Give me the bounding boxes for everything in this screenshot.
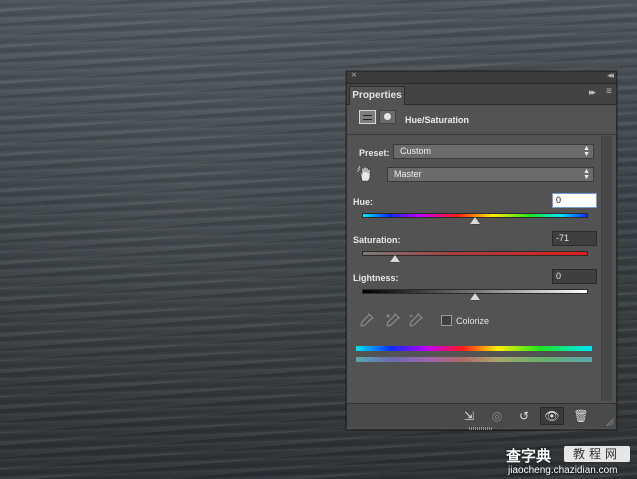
- close-icon[interactable]: ×: [351, 70, 357, 81]
- panel-bottom-toolbar: ⇲ ◎ ↺ 👁 🗑: [347, 403, 616, 430]
- channel-value: Master: [394, 169, 422, 179]
- tab-properties[interactable]: Properties: [349, 86, 405, 105]
- adjustment-layer-icon[interactable]: [359, 110, 376, 124]
- saturation-slider-thumb[interactable]: [389, 255, 400, 262]
- hue-slider-thumb[interactable]: [470, 217, 480, 224]
- saturation-label: Saturation:: [353, 235, 401, 245]
- preset-label: Preset:: [359, 148, 390, 158]
- saturation-value-field[interactable]: -71: [552, 231, 597, 246]
- dropdown-arrows-icon: ▲ ▼: [583, 168, 590, 181]
- lightness-label: Lightness:: [353, 273, 399, 283]
- adjustment-title: Hue/Saturation: [405, 115, 470, 125]
- watermark-url: jiaocheng.chazidian.com: [508, 465, 618, 476]
- targeted-adjustment-hand-icon[interactable]: [357, 166, 373, 182]
- output-hue-bar: [356, 357, 592, 362]
- preset-dropdown[interactable]: Custom ▲ ▼: [393, 144, 594, 159]
- clip-to-layer-icon[interactable]: ⇲: [460, 408, 478, 424]
- watermark: 查字典 教程网 jiaocheng.chazidian.com: [506, 445, 634, 477]
- hue-label: Hue:: [353, 197, 373, 207]
- eyedropper-plus-icon[interactable]: [386, 313, 400, 327]
- hue-value-field[interactable]: 0: [552, 193, 597, 208]
- panel-grip[interactable]: [469, 427, 493, 430]
- eyedropper-icon[interactable]: [360, 313, 374, 327]
- watermark-tag: 教程网: [564, 446, 630, 462]
- header-divider: [347, 134, 616, 135]
- colorize-label: Colorize: [456, 316, 490, 326]
- resize-handle[interactable]: [606, 418, 614, 426]
- trash-icon[interactable]: 🗑: [572, 408, 590, 424]
- panel-tabbar: Properties ▸▸ ≡: [347, 84, 616, 105]
- channel-dropdown[interactable]: Master ▲ ▼: [387, 167, 594, 182]
- lightness-value-field[interactable]: 0: [552, 269, 597, 284]
- reset-icon[interactable]: ↺: [515, 408, 533, 424]
- preset-value: Custom: [400, 146, 432, 156]
- dropdown-arrows-icon: ▲ ▼: [583, 145, 590, 158]
- panel-menu-icon[interactable]: ≡: [606, 86, 612, 97]
- input-hue-bar: [356, 346, 592, 351]
- panel-titlebar[interactable]: × ◂◂: [347, 70, 616, 84]
- properties-panel: × ◂◂ Properties ▸▸ ≡ Hue/Saturation Pres…: [346, 70, 617, 430]
- colorize-checkbox[interactable]: [441, 315, 452, 326]
- adjustment-header: Hue/Saturation: [347, 104, 616, 134]
- lightness-slider-thumb[interactable]: [470, 293, 480, 300]
- eyedropper-minus-icon[interactable]: [409, 313, 423, 327]
- watermark-brand: 查字典: [506, 448, 552, 465]
- panel-scrollbar[interactable]: [601, 136, 612, 401]
- expand-panel-icon[interactable]: ▸▸: [589, 87, 596, 98]
- collapse-icon[interactable]: ◂◂: [607, 70, 614, 81]
- visibility-eye-icon[interactable]: 👁: [540, 407, 564, 425]
- layer-mask-icon[interactable]: [379, 110, 396, 124]
- view-previous-state-icon[interactable]: ◎: [488, 408, 506, 424]
